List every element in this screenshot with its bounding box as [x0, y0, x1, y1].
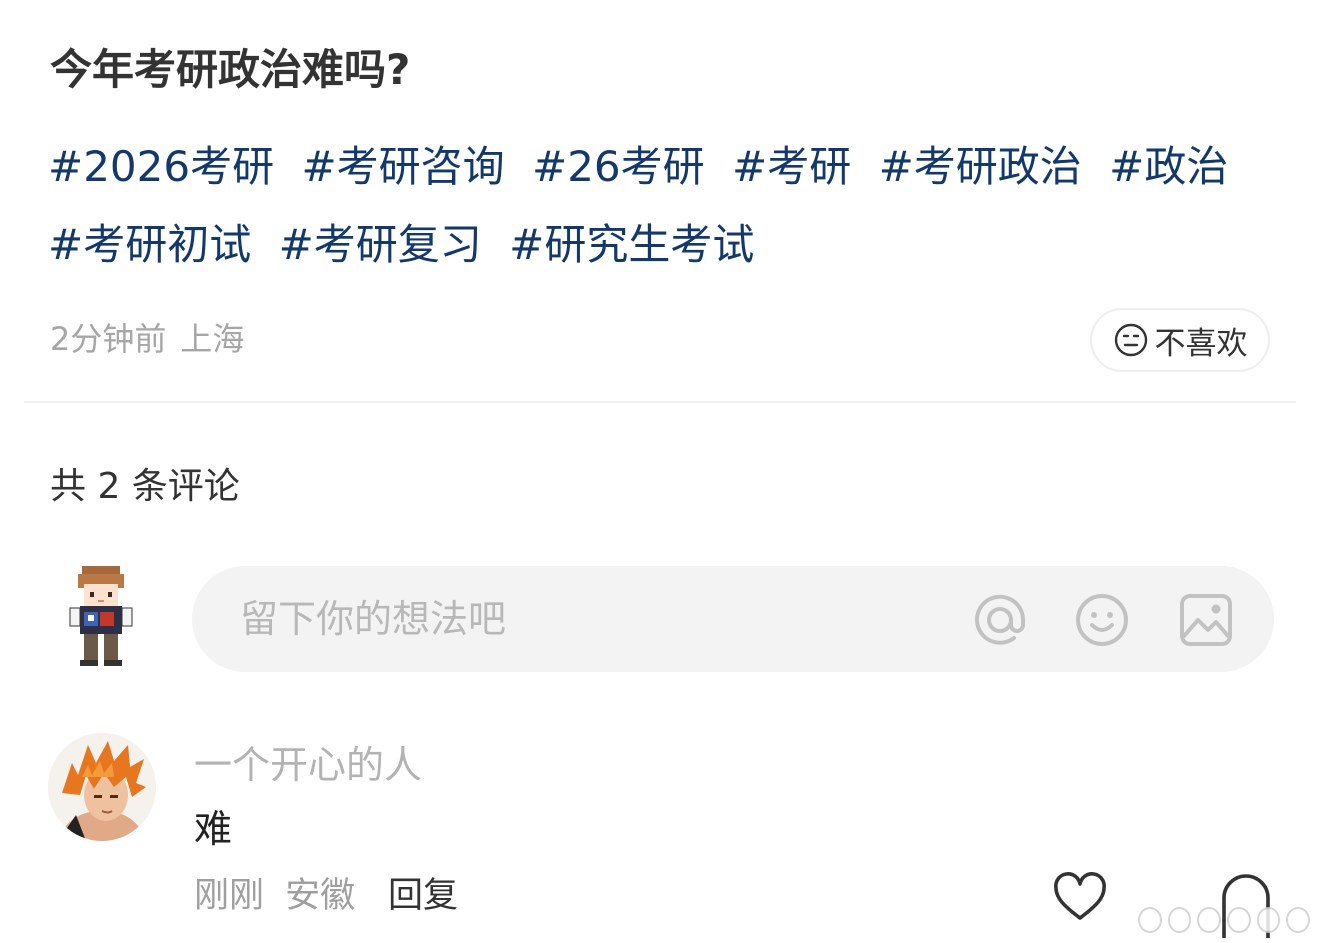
- comment-username[interactable]: 一个开心的人: [194, 740, 422, 790]
- heart-icon[interactable]: [1052, 870, 1108, 926]
- divider: [24, 401, 1296, 403]
- tag-link[interactable]: #考研: [732, 128, 851, 206]
- tag-link[interactable]: #政治: [1109, 128, 1228, 206]
- comment-input-placeholder: 留下你的想法吧: [240, 597, 507, 641]
- image-icon[interactable]: [1178, 592, 1234, 648]
- emoji-icon[interactable]: [1074, 592, 1130, 648]
- tag-link[interactable]: #考研初试: [48, 206, 251, 284]
- reply-button[interactable]: 回复: [388, 872, 458, 920]
- tag-list: #2026考研 #考研咨询 #26考研 #考研 #考研政治 #政治 #考研初试 …: [48, 128, 1278, 284]
- comment-text: 难: [194, 807, 233, 851]
- tag-link[interactable]: #考研政治: [879, 128, 1082, 206]
- watermark: [1138, 902, 1311, 938]
- comment-count: 共 2 条评论: [50, 466, 240, 507]
- tag-link[interactable]: #考研复习: [279, 206, 482, 284]
- comment-input[interactable]: 留下你的想法吧: [192, 566, 1274, 672]
- meh-face-icon: [1113, 322, 1149, 358]
- post-location: 上海: [180, 320, 245, 358]
- tag-link[interactable]: #考研咨询: [301, 128, 504, 206]
- post-time: 2分钟前: [50, 320, 167, 358]
- tag-link[interactable]: #26考研: [532, 128, 705, 206]
- dislike-button[interactable]: 不喜欢: [1090, 308, 1270, 372]
- post-meta: 2分钟前 上海: [50, 316, 244, 362]
- commenter-avatar[interactable]: [48, 733, 156, 841]
- tag-link[interactable]: #研究生考试: [509, 206, 754, 284]
- post-title: 今年考研政治难吗?: [50, 45, 411, 94]
- comment-time: 刚刚: [194, 876, 265, 916]
- at-icon[interactable]: [972, 592, 1028, 648]
- my-avatar[interactable]: [62, 562, 142, 672]
- comment-location: 安徽: [285, 876, 356, 916]
- dislike-label: 不喜欢: [1154, 325, 1248, 362]
- comment-meta: 刚刚 安徽: [194, 872, 355, 920]
- tag-link[interactable]: #2026考研: [48, 128, 274, 206]
